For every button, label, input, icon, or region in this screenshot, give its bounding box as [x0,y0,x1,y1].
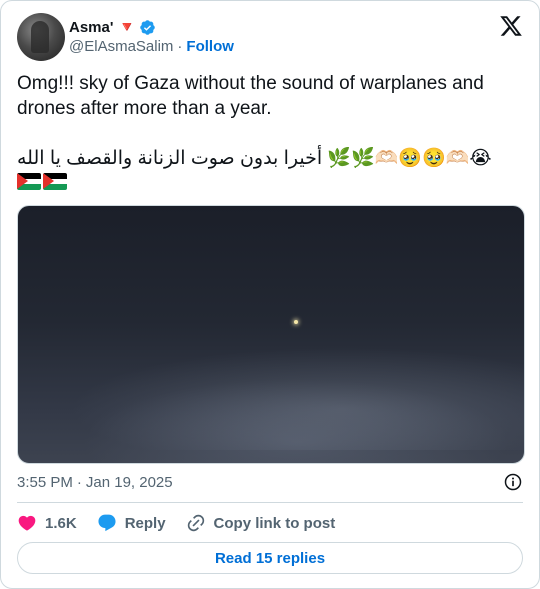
link-icon [187,514,204,532]
sky-haze [68,347,524,451]
copy-link-button[interactable]: Copy link to post [186,513,336,533]
palestine-flag-icon [43,173,67,190]
tweet-text-arabic: 😭🫶🏻🥹🥹🫶🏻🌿🌿 أخيرا بدون صوت الزنانة والقصف … [17,148,492,169]
heart-icon [18,515,36,531]
tweet-text: Omg!!! sky of Gaza without the sound of … [17,71,523,190]
tweet-actions: 1.6K Reply Copy link to post [17,511,523,535]
palestine-flag-icon [17,173,41,190]
divider [17,502,523,503]
reply-bubble-icon [98,514,116,532]
reply-label: Reply [124,514,166,532]
copy-link-label: Copy link to post [213,514,336,532]
tweet-time[interactable]: 3:55 PM [17,474,73,491]
info-icon[interactable] [503,472,523,492]
author-name-row: Asma' 🔻 [69,18,234,37]
tweet-photo[interactable] [17,205,525,464]
tweet-timestamp-row: 3:55 PM · Jan 19, 2025 [17,472,523,492]
embedded-tweet-card: Asma' 🔻 @ElAsmaSalim · Follow Omg!!! sky… [0,0,540,589]
author-name[interactable]: Asma' 🔻 [69,18,136,37]
x-logo-icon[interactable] [499,14,523,38]
author-block: Asma' 🔻 @ElAsmaSalim · Follow [69,18,234,56]
tweet-text-english: Omg!!! sky of Gaza without the sound of … [17,73,484,119]
verified-badge-icon [140,20,156,35]
separator-dot: · [177,38,183,55]
read-replies-label: Read 15 replies [214,549,326,567]
like-count: 1.6K [45,514,77,532]
handle-row: @ElAsmaSalim · Follow [69,37,234,56]
tweet-date[interactable]: Jan 19, 2025 [86,474,173,491]
light-dot [294,320,298,324]
reply-button[interactable]: Reply [97,513,166,533]
read-replies-button[interactable]: Read 15 replies [17,542,523,574]
separator-dot: · [76,473,82,491]
tweet-header: Asma' 🔻 @ElAsmaSalim · Follow [17,13,523,61]
avatar[interactable] [17,13,65,61]
flag-emoji-row [17,173,523,190]
follow-button[interactable]: Follow [186,37,234,56]
like-button[interactable]: 1.6K [17,513,77,533]
author-handle[interactable]: @ElAsmaSalim [69,37,173,56]
